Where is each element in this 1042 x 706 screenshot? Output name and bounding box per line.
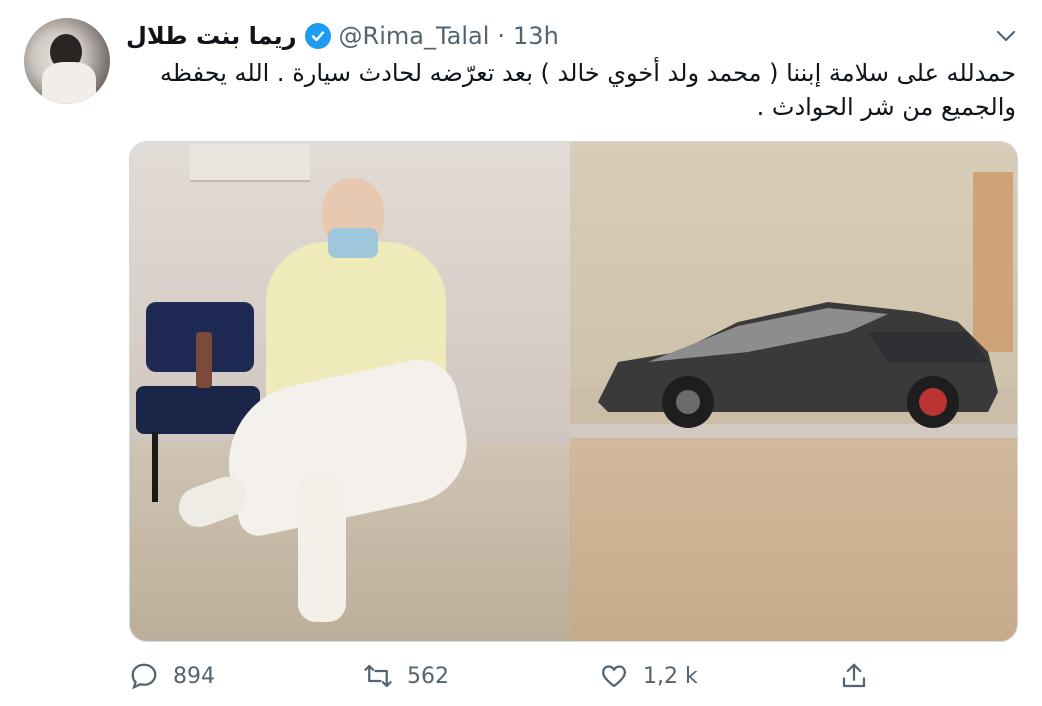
reply-count: 894 <box>173 663 215 689</box>
reply-button[interactable]: 894 <box>129 656 215 696</box>
like-button[interactable]: 1,2 k <box>599 656 698 696</box>
share-icon <box>842 663 866 688</box>
tweet-text-line: حمدلله على سلامة إبننا ( محمد ولد أخوي خ… <box>160 59 1016 87</box>
author-name[interactable]: ريما بنت طلال <box>126 22 297 50</box>
reply-icon <box>131 663 157 690</box>
verified-badge-icon <box>304 23 331 49</box>
separator-dot: · <box>497 22 506 50</box>
heart-icon <box>601 665 627 688</box>
retweet-count: 562 <box>407 663 449 689</box>
hospital-photo[interactable] <box>130 142 570 641</box>
retweet-icon <box>364 664 392 688</box>
burned-car-photo[interactable] <box>570 142 1017 641</box>
avatar[interactable] <box>24 18 110 104</box>
tweet-text: حمدلله على سلامة إبننا ( محمد ولد أخوي خ… <box>126 56 1016 124</box>
share-button[interactable] <box>839 656 869 696</box>
tweet-header: ريما بنت طلال @Rima_Talal · 13h <box>126 18 559 54</box>
tweet-actions: 894 562 1,2 k <box>129 656 1016 696</box>
tweet-timestamp[interactable]: 13h <box>513 22 559 50</box>
author-handle[interactable]: @Rima_Talal <box>339 22 490 50</box>
chevron-down-icon[interactable] <box>994 24 1018 48</box>
retweet-button[interactable]: 562 <box>363 656 449 696</box>
tweet-text-line: والجميع من شر الحوادث . <box>756 93 1016 121</box>
media-grid <box>129 141 1018 642</box>
like-count: 1,2 k <box>643 663 698 689</box>
